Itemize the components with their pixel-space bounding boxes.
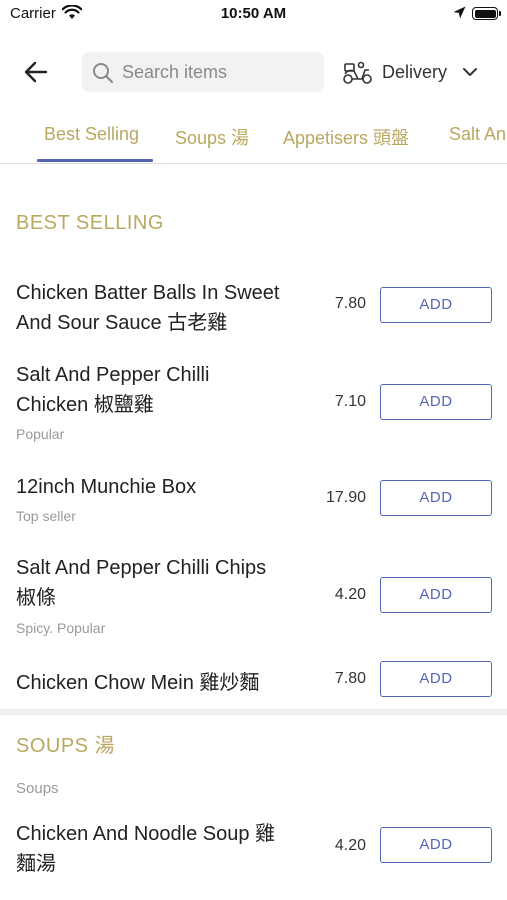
- menu-item-name-line: 椒條: [16, 587, 56, 609]
- location-arrow-icon: [453, 6, 466, 24]
- chevron-down-icon: [462, 64, 478, 85]
- menu-item-price: 4.20: [334, 837, 366, 854]
- tab-best-selling[interactable]: Best Selling: [44, 124, 139, 145]
- section-subtitle-soups: Soups: [16, 780, 59, 797]
- menu-item-name-line: Salt And Pepper Chilli: [16, 364, 210, 386]
- add-button[interactable]: ADD: [380, 827, 492, 863]
- menu-item-name[interactable]: 12inch Munchie Box: [16, 472, 316, 502]
- delivery-selector[interactable]: Delivery: [340, 52, 490, 92]
- menu-item-name-line: Chicken 椒鹽雞: [16, 394, 154, 416]
- add-button[interactable]: ADD: [380, 577, 492, 613]
- active-tab-indicator: [37, 159, 153, 162]
- back-button[interactable]: [22, 58, 50, 86]
- menu-item-price: 7.10: [334, 393, 366, 410]
- menu-item-price: 4.20: [334, 586, 366, 603]
- menu-item-tag: Spicy. Popular: [16, 620, 106, 636]
- menu-item-name[interactable]: Salt And Pepper Chilli Chicken 椒鹽雞: [16, 360, 316, 420]
- back-arrow-icon: [24, 61, 48, 83]
- menu-item-name[interactable]: Salt And Pepper Chilli Chips 椒條: [16, 553, 316, 613]
- menu-item-name-line: Chicken And Noodle Soup 雞: [16, 823, 276, 845]
- menu-item-name-line: 12inch Munchie Box: [16, 476, 197, 498]
- clock: 10:50 AM: [220, 5, 287, 22]
- menu-item-tag: Popular: [16, 426, 65, 442]
- search-bar[interactable]: [82, 52, 324, 92]
- menu-item-name[interactable]: Chicken Batter Balls In Sweet And Sour S…: [16, 278, 316, 338]
- menu-item-price: 17.90: [325, 489, 366, 506]
- search-input[interactable]: [122, 52, 317, 92]
- tab-salt-and-pepper[interactable]: Salt An: [449, 124, 506, 145]
- status-bar: Carrier 10:50 AM: [0, 0, 507, 28]
- menu-item-name-line: Chicken Batter Balls In Sweet: [16, 282, 280, 304]
- menu-item-price: 7.80: [334, 670, 366, 687]
- menu-item-name-line: 麵湯: [16, 853, 56, 875]
- menu-item-name[interactable]: Chicken Chow Mein 雞炒麵: [16, 668, 316, 698]
- scooter-icon: [342, 61, 374, 90]
- battery-icon: [472, 7, 501, 20]
- add-button[interactable]: ADD: [380, 384, 492, 420]
- delivery-label: Delivery: [382, 62, 448, 82]
- search-icon: [92, 62, 114, 89]
- section-divider: [0, 709, 507, 715]
- tab-soups[interactable]: Soups 湯: [175, 124, 249, 150]
- menu-item-name-line: Chicken Chow Mein 雞炒麵: [16, 672, 260, 694]
- menu-item-name-line: And Sour Sauce 古老雞: [16, 312, 228, 334]
- category-tabs: Best Selling Soups 湯 Appetisers 頭盤 Salt …: [0, 112, 507, 164]
- menu-item-price: 7.80: [334, 295, 366, 312]
- menu-item-tag: Top seller: [16, 508, 76, 524]
- section-title-best-selling: BEST SELLING: [16, 212, 164, 234]
- add-button[interactable]: ADD: [380, 661, 492, 697]
- menu-item-name[interactable]: Chicken And Noodle Soup 雞 麵湯: [16, 819, 316, 879]
- add-button[interactable]: ADD: [380, 287, 492, 323]
- add-button[interactable]: ADD: [380, 480, 492, 516]
- menu-item-name-line: Salt And Pepper Chilli Chips: [16, 557, 267, 579]
- tab-appetisers[interactable]: Appetisers 頭盤: [283, 124, 409, 150]
- section-title-soups: SOUPS 湯: [16, 735, 116, 757]
